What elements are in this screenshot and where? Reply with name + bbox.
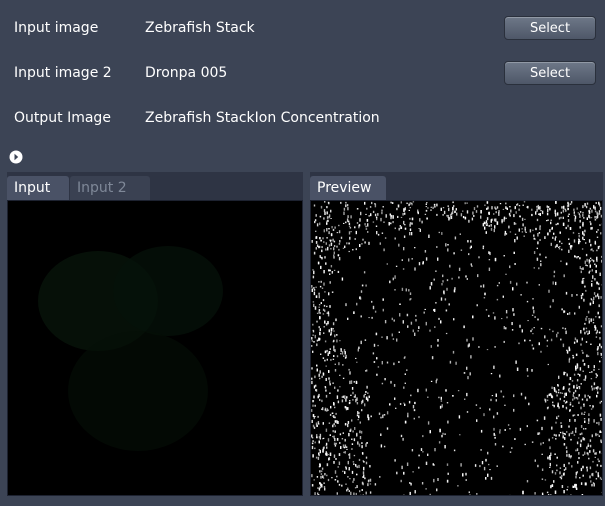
expand-arrow-icon[interactable] — [9, 150, 23, 164]
input-image-select-button[interactable]: Select — [504, 16, 596, 40]
input-image-view[interactable] — [7, 200, 303, 496]
input-image-canvas — [8, 201, 302, 495]
input-image-row: Input image Zebrafish Stack Select — [0, 10, 605, 46]
preview-image-canvas — [311, 201, 604, 499]
preview-panel: Preview — [310, 172, 604, 502]
tab-preview[interactable]: Preview — [310, 176, 386, 200]
input-image-2-select-button[interactable]: Select — [504, 61, 596, 85]
input-image-2-row: Input image 2 Dronpa 005 Select — [0, 55, 605, 91]
tab-input[interactable]: Input — [7, 176, 69, 200]
output-image-row: Output Image Zebrafish StackIon Concentr… — [0, 100, 605, 136]
input-image-value: Zebrafish Stack — [145, 20, 255, 36]
input-image-label: Input image — [14, 20, 99, 36]
input-panel: Input Input 2 — [7, 172, 303, 502]
tab-input-2[interactable]: Input 2 — [70, 176, 150, 200]
preview-image-view[interactable] — [310, 200, 604, 499]
output-image-value: Zebrafish StackIon Concentration — [145, 110, 380, 126]
input-image-2-value: Dronpa 005 — [145, 65, 228, 81]
input-tabbar: Input Input 2 — [7, 172, 303, 200]
output-image-label: Output Image — [14, 110, 111, 126]
preview-tabbar: Preview — [310, 172, 603, 200]
input-image-2-label: Input image 2 — [14, 65, 112, 81]
